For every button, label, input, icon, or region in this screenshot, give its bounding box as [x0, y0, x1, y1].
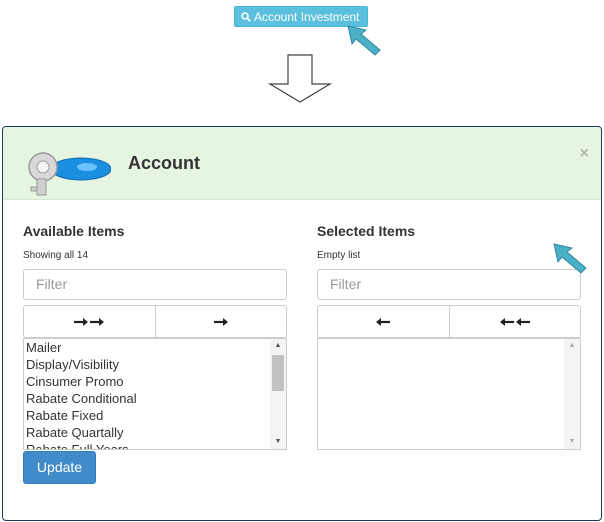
- available-items-title: Available Items: [23, 223, 125, 239]
- double-right-arrow-icon: [74, 317, 105, 326]
- pointer-arrow-icon: [553, 243, 587, 274]
- close-button[interactable]: ×: [580, 145, 589, 163]
- double-left-arrow-icon: [499, 317, 530, 326]
- list-item[interactable]: Rabate Full Years: [26, 441, 137, 449]
- remove-selected-button[interactable]: [317, 305, 450, 338]
- selected-filter-input[interactable]: Filter: [317, 269, 581, 300]
- available-items-panel: Available Items Showing all 14 Filter Ma…: [23, 223, 287, 450]
- list-item[interactable]: Rabate Fixed: [26, 407, 137, 424]
- account-modal: Account × Available Items Showing all 14…: [2, 126, 602, 521]
- scroll-up-icon[interactable]: ▲: [270, 339, 286, 353]
- search-icon: [241, 12, 251, 22]
- list-item[interactable]: Mailer: [26, 339, 137, 356]
- selected-items-list[interactable]: ▲ ▼: [317, 338, 581, 450]
- scroll-thumb[interactable]: [272, 355, 284, 391]
- key-icon: [28, 152, 111, 196]
- selected-items-panel: Selected Items Empty list Filter ▲ ▼: [317, 223, 581, 450]
- modal-title: Account: [128, 153, 200, 173]
- left-arrow-icon: [376, 317, 391, 326]
- update-button[interactable]: Update: [23, 451, 96, 484]
- available-scrollbar[interactable]: ▲ ▼: [270, 339, 286, 449]
- available-filter-input[interactable]: Filter: [23, 269, 287, 300]
- move-selected-button[interactable]: [155, 305, 287, 338]
- list-item[interactable]: Rabate Conditional: [26, 390, 137, 407]
- scroll-down-icon[interactable]: ▼: [564, 435, 580, 449]
- list-item[interactable]: Display/Visibility: [26, 356, 137, 373]
- available-items-list[interactable]: Mailer Display/Visibility Cinsumer Promo…: [23, 338, 287, 450]
- available-move-buttons: [23, 305, 287, 338]
- modal-header: Account ×: [3, 127, 601, 200]
- scroll-up-icon[interactable]: ▲: [564, 339, 580, 353]
- available-items-options: Mailer Display/Visibility Cinsumer Promo…: [26, 339, 137, 449]
- remove-all-button[interactable]: [449, 305, 581, 338]
- down-arrow-icon: [268, 54, 332, 103]
- right-arrow-icon: [213, 317, 228, 326]
- selected-items-info: Empty list: [317, 250, 361, 261]
- list-item[interactable]: Cinsumer Promo: [26, 373, 137, 390]
- selected-scrollbar[interactable]: ▲ ▼: [564, 339, 580, 449]
- scroll-down-icon[interactable]: ▼: [270, 435, 286, 449]
- list-item[interactable]: Rabate Quartally: [26, 424, 137, 441]
- selected-items-title: Selected Items: [317, 223, 416, 239]
- selected-move-buttons: [317, 305, 581, 338]
- pointer-arrow-icon: [347, 25, 381, 56]
- available-items-info: Showing all 14: [23, 250, 89, 261]
- move-all-button[interactable]: [23, 305, 156, 338]
